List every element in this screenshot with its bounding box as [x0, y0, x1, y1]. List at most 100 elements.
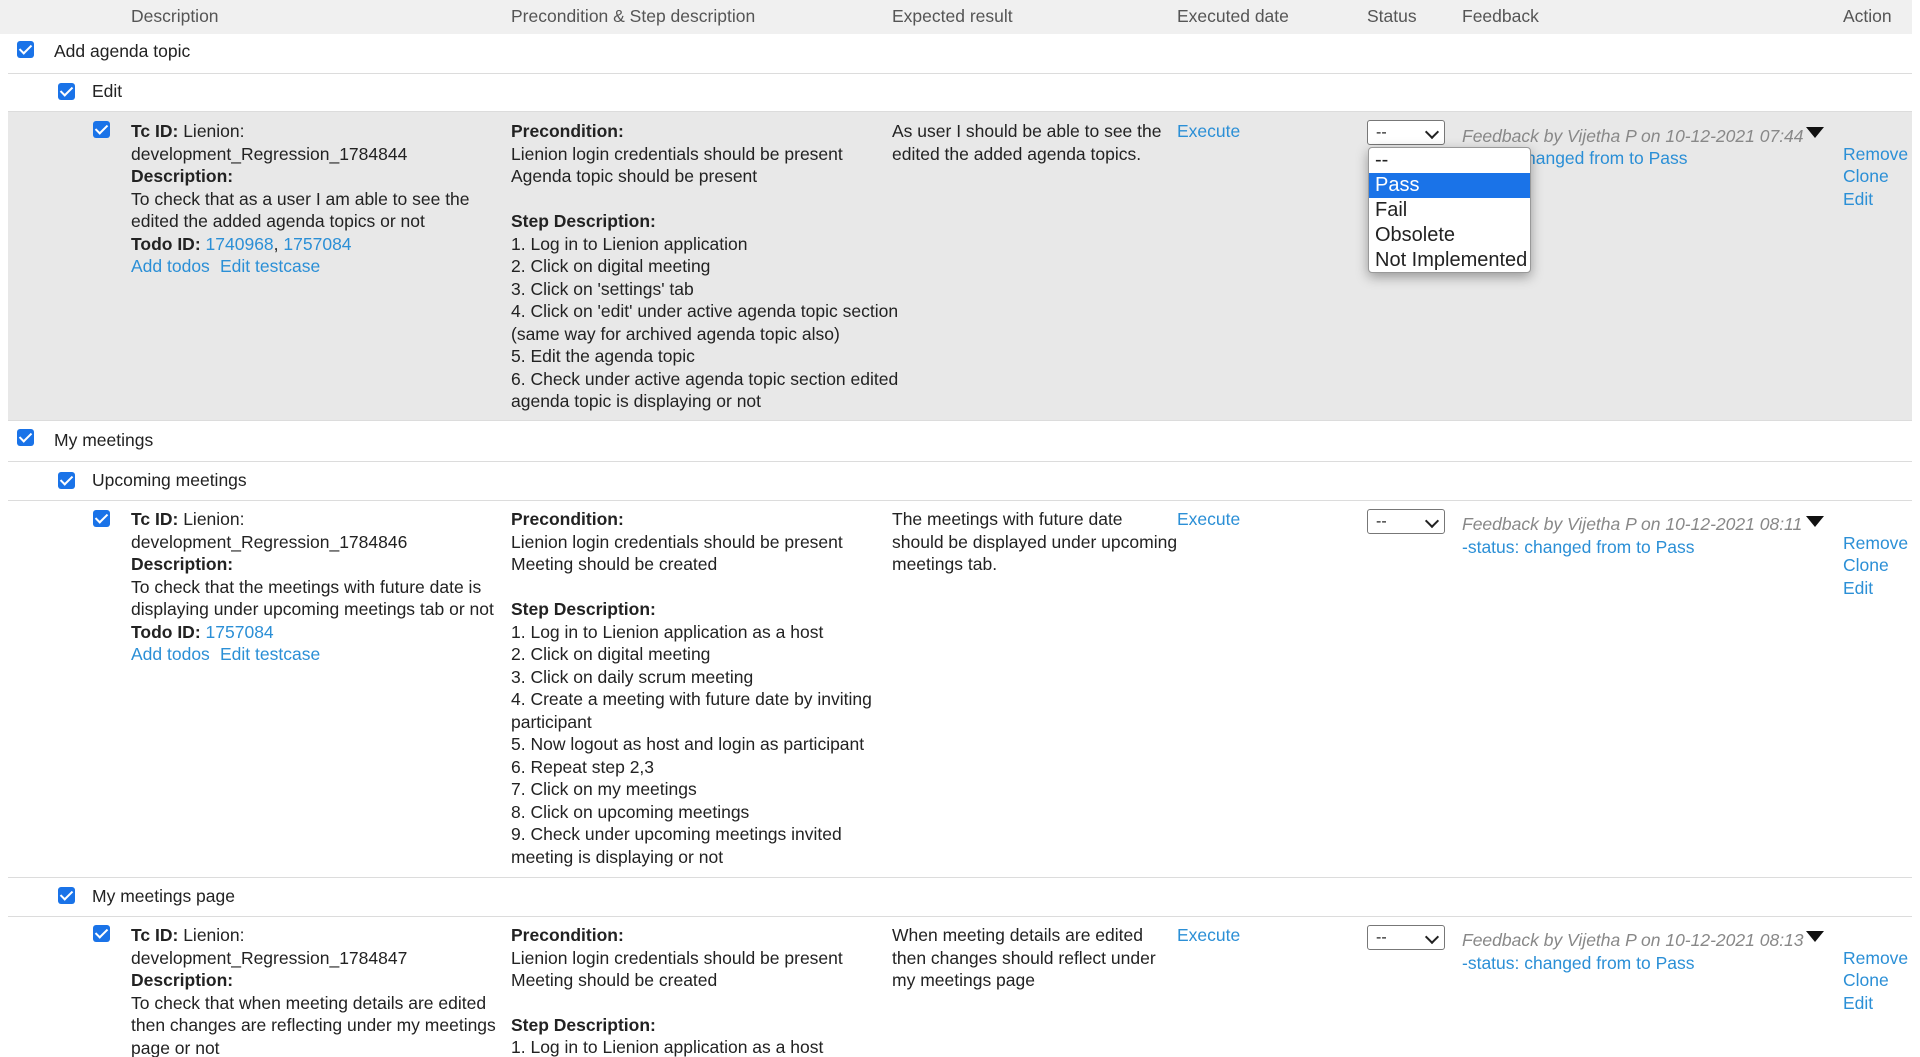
- step-line: 3. Click on 'settings' tab: [511, 279, 694, 299]
- col-precondition: Precondition & Step description: [511, 6, 756, 26]
- status-option[interactable]: Fail: [1369, 198, 1530, 223]
- feedback-meta: Feedback by Vijetha P on 10-12-2021 08:1…: [1462, 930, 1804, 950]
- subgroup-title: My meetings page: [92, 886, 235, 906]
- col-expected: Expected result: [892, 6, 1013, 26]
- status-select[interactable]: --: [1367, 120, 1445, 145]
- testcase-checkbox[interactable]: [93, 121, 110, 138]
- expected-line: should be displayed under upcoming: [892, 532, 1178, 552]
- step-label: Step Description:: [511, 599, 656, 619]
- caret-down-icon[interactable]: [1806, 127, 1824, 138]
- step-label: Step Description:: [511, 211, 656, 231]
- precondition-line: Agenda topic should be present: [511, 166, 758, 186]
- precondition-label: Precondition:: [511, 121, 624, 141]
- expected-line: edited the added agenda topics.: [892, 144, 1142, 164]
- caret-down-icon[interactable]: [1806, 516, 1824, 527]
- status-select[interactable]: --: [1367, 509, 1445, 534]
- remove-link[interactable]: Remove: [1843, 947, 1908, 970]
- subgroup-title: Edit: [92, 81, 123, 101]
- group-title: My meetings: [54, 430, 154, 450]
- description-line: then changes are reflecting under my mee…: [131, 1015, 496, 1035]
- step-line: 4. Create a meeting with future date by …: [511, 689, 872, 709]
- status-option-highlighted[interactable]: Pass: [1369, 173, 1530, 198]
- clone-link[interactable]: Clone: [1843, 969, 1889, 992]
- status-option[interactable]: Not Implemented: [1369, 248, 1530, 272]
- description-line: To check that as a user I am able to see…: [131, 189, 470, 209]
- precondition-line: Lienion login credentials should be pres…: [511, 532, 843, 552]
- add-todos-link[interactable]: Add todos: [131, 643, 210, 666]
- step-line: 4. Click on 'edit' under active agenda t…: [511, 301, 899, 321]
- table-header: Description Precondition & Step descript…: [0, 0, 1912, 34]
- status-option[interactable]: Obsolete: [1369, 223, 1530, 248]
- execute-link[interactable]: Execute: [1177, 508, 1240, 531]
- step-line: 1. Log in to Lienion application as a ho…: [511, 622, 824, 642]
- edit-testcase-link[interactable]: Edit testcase: [220, 643, 320, 666]
- expected-line: my meetings page: [892, 970, 1035, 990]
- col-executed-date: Executed date: [1177, 6, 1289, 26]
- row-divider: [8, 420, 1912, 421]
- chevron-down-icon: [1424, 929, 1440, 945]
- tc-id-value: development_Regression_1784844: [131, 144, 408, 164]
- precondition-label: Precondition:: [511, 509, 624, 529]
- caret-down-icon[interactable]: [1806, 931, 1824, 942]
- step-line: 2. Click on digital meeting: [511, 256, 711, 276]
- clone-link[interactable]: Clone: [1843, 554, 1889, 577]
- group-checkbox[interactable]: [17, 429, 34, 446]
- expected-line: then changes should reflect under: [892, 948, 1156, 968]
- status-dropdown-list: -- Pass Fail Obsolete Not Implemented: [1368, 147, 1531, 273]
- group-checkbox[interactable]: [17, 41, 34, 58]
- description-line: page or not: [131, 1038, 220, 1057]
- row-divider: [8, 916, 1912, 917]
- remove-link[interactable]: Remove: [1843, 143, 1908, 166]
- col-description: Description: [131, 6, 219, 26]
- row-divider: [8, 73, 1912, 74]
- description-line: edited the added agenda topics or not: [131, 211, 425, 231]
- col-status: Status: [1367, 6, 1417, 26]
- testcase-checkbox[interactable]: [93, 925, 110, 942]
- precondition-line: Lienion login credentials should be pres…: [511, 948, 843, 968]
- expected-line: meetings tab.: [892, 554, 998, 574]
- step-line: (same way for archived agenda topic also…: [511, 324, 840, 344]
- precondition-line: Meeting should be created: [511, 554, 718, 574]
- subgroup-checkbox[interactable]: [58, 83, 75, 100]
- subgroup-checkbox[interactable]: [58, 472, 75, 489]
- expected-line: As user I should be able to see the: [892, 121, 1162, 141]
- status-option[interactable]: --: [1369, 148, 1530, 173]
- todo-ids: Todo ID: 1757084: [131, 622, 274, 642]
- feedback-meta: Feedback by Vijetha P on 10-12-2021 08:1…: [1462, 514, 1803, 534]
- subgroup-title: Upcoming meetings: [92, 470, 247, 490]
- step-line: 2. Click on digital meeting: [511, 644, 711, 664]
- edit-link[interactable]: Edit: [1843, 188, 1873, 211]
- step-label: Step Description:: [511, 1015, 656, 1035]
- status-select[interactable]: --: [1367, 925, 1445, 950]
- execute-link[interactable]: Execute: [1177, 924, 1240, 947]
- step-line: participant: [511, 712, 592, 732]
- remove-link[interactable]: Remove: [1843, 532, 1908, 555]
- description-label: Description:: [131, 970, 234, 990]
- description-label: Description:: [131, 554, 234, 574]
- tc-id-value: development_Regression_1784847: [131, 948, 408, 968]
- precondition-label: Precondition:: [511, 925, 624, 945]
- testcase-checkbox[interactable]: [93, 510, 110, 527]
- add-todos-link[interactable]: Add todos: [131, 255, 210, 278]
- subgroup-checkbox[interactable]: [58, 887, 75, 904]
- edit-testcase-link[interactable]: Edit testcase: [220, 255, 320, 278]
- edit-link[interactable]: Edit: [1843, 577, 1873, 600]
- description-line: displaying under upcoming meetings tab o…: [131, 599, 494, 619]
- step-line: 1. Log in to Lienion application as a ho…: [511, 1037, 824, 1057]
- execute-link[interactable]: Execute: [1177, 120, 1240, 143]
- todo-link[interactable]: 1757084: [283, 234, 351, 254]
- edit-link[interactable]: Edit: [1843, 992, 1873, 1015]
- clone-link[interactable]: Clone: [1843, 165, 1889, 188]
- todo-link[interactable]: 1757084: [206, 622, 274, 642]
- todo-link[interactable]: 1740968: [206, 234, 274, 254]
- step-line: 6. Repeat step 2,3: [511, 757, 655, 777]
- tc-id: Tc ID: Lienion:: [131, 925, 245, 945]
- expected-line: When meeting details are edited: [892, 925, 1143, 945]
- step-line: agenda topic is displaying or not: [511, 391, 762, 411]
- step-line: 9. Check under upcoming meetings invited: [511, 824, 842, 844]
- feedback-status: -status: changed from to Pass: [1462, 537, 1695, 557]
- col-action: Action: [1843, 6, 1892, 26]
- step-line: 1. Log in to Lienion application: [511, 234, 748, 254]
- step-line: 5. Now logout as host and login as parti…: [511, 734, 865, 754]
- row-divider: [8, 877, 1912, 878]
